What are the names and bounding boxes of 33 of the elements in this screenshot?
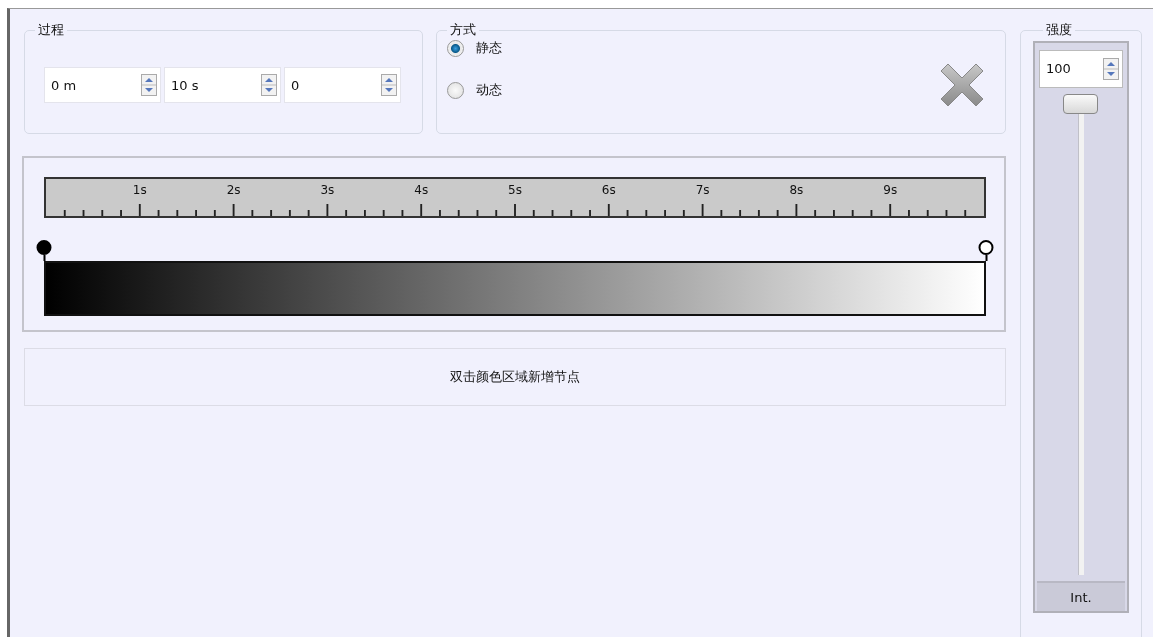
ruler-label: 2s bbox=[226, 183, 241, 197]
spin-arrows-icon[interactable] bbox=[261, 74, 277, 96]
ruler-label: 3s bbox=[320, 183, 335, 197]
radio-button[interactable] bbox=[447, 39, 464, 57]
gradient-bar[interactable] bbox=[44, 261, 986, 316]
ruler-label: 9s bbox=[883, 183, 898, 197]
group-title: 过程 bbox=[37, 23, 65, 37]
ruler-label: 8s bbox=[789, 183, 804, 197]
slider-label: Int. bbox=[1037, 581, 1125, 611]
ruler-label: 7s bbox=[695, 183, 710, 197]
close-icon[interactable] bbox=[939, 62, 985, 108]
stop-knob[interactable] bbox=[978, 240, 994, 255]
spin-arrows-icon[interactable] bbox=[141, 74, 157, 96]
spin-box[interactable]: 0 bbox=[284, 67, 401, 103]
ruler-label: 5s bbox=[508, 183, 522, 197]
ruler-label: 4s bbox=[414, 183, 429, 197]
radio-button[interactable] bbox=[447, 81, 464, 99]
radio-label[interactable]: 动态 bbox=[476, 81, 502, 99]
stop-knob[interactable] bbox=[36, 240, 52, 255]
group-title: 方式 bbox=[449, 23, 477, 37]
slider-thumb[interactable] bbox=[1063, 93, 1098, 114]
spin-arrows-icon[interactable] bbox=[1103, 57, 1119, 80]
ruler-label: 6s bbox=[601, 183, 616, 197]
ruler-label: 1s bbox=[132, 183, 147, 197]
color-stop[interactable] bbox=[978, 240, 994, 261]
spin-box[interactable]: 10 s bbox=[164, 67, 281, 103]
radio-label[interactable]: 静态 bbox=[476, 39, 502, 57]
color-stop[interactable] bbox=[36, 240, 52, 261]
spin-arrows-icon[interactable] bbox=[381, 74, 397, 96]
hint-text: 双击颜色区域新增节点 bbox=[450, 368, 580, 386]
spin-box[interactable]: 100 bbox=[1039, 50, 1123, 88]
group-title: 强度 bbox=[1045, 23, 1073, 37]
spin-box[interactable]: 0 m bbox=[44, 67, 161, 103]
